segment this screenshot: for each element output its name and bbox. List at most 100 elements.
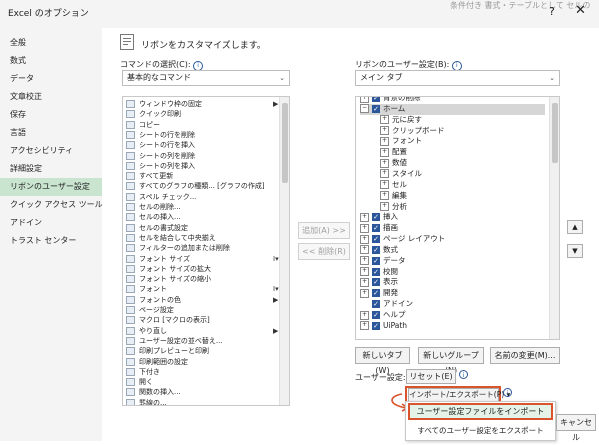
expand-icon[interactable]: +: [380, 169, 389, 179]
checkbox-checked-icon[interactable]: ✓: [372, 300, 380, 309]
expand-icon[interactable]: +: [360, 97, 369, 103]
sidebar-item[interactable]: トラスト センター: [0, 232, 102, 250]
checkbox-checked-icon[interactable]: ✓: [372, 97, 380, 102]
command-list-item[interactable]: 関数の挿入...: [123, 387, 181, 397]
ribbon-tree-item[interactable]: + ✓ 校閲: [360, 267, 398, 278]
expand-icon[interactable]: +: [360, 277, 369, 287]
command-category-dropdown[interactable]: 基本的なコマンド ⌄: [122, 70, 290, 86]
command-list-item[interactable]: フォント サイズ I▾: [123, 254, 279, 264]
checkbox-checked-icon[interactable]: ✓: [372, 213, 380, 222]
command-list-item[interactable]: 開く: [123, 377, 153, 387]
ribbon-tabs-dropdown[interactable]: メイン タブ ⌄: [355, 70, 560, 86]
expand-icon[interactable]: +: [380, 136, 389, 146]
expand-icon[interactable]: +: [360, 256, 369, 266]
ribbon-tree-item[interactable]: ✓ アドイン: [360, 299, 413, 310]
ribbon-tree-item[interactable]: + セル: [380, 180, 407, 191]
command-list-item[interactable]: 罫線の...: [123, 398, 167, 405]
checkbox-checked-icon[interactable]: ✓: [372, 235, 380, 244]
command-list-item[interactable]: フォント サイズの拡大: [123, 264, 211, 274]
expand-icon[interactable]: +: [380, 147, 389, 157]
expand-icon[interactable]: +: [380, 158, 389, 168]
command-list-item[interactable]: フィルターの追加または削除: [123, 243, 230, 253]
scrollbar-thumb[interactable]: [552, 103, 558, 163]
command-list-item[interactable]: シートの列を削除: [123, 151, 195, 161]
sidebar-item[interactable]: リボンのユーザー設定: [0, 178, 102, 196]
ribbon-tree-item[interactable]: + ✓ 表示: [360, 277, 398, 288]
command-list-item[interactable]: シートの列を挿入: [123, 161, 195, 171]
sidebar-item[interactable]: 言語: [0, 124, 102, 142]
command-list-item[interactable]: すべてのグラフの種類... [グラフの作成]: [123, 181, 265, 191]
sidebar-item[interactable]: 全般: [0, 34, 102, 52]
ribbon-tree-item[interactable]: + ✓ 挿入: [360, 212, 398, 223]
ribbon-tree[interactable]: + ✓ 背景の削除 − ✓ ホーム + 元に戻す + クリップボード + フォント + 配置 + 数値 + スタイ…: [355, 96, 560, 340]
export-settings-menu-item[interactable]: すべてのユーザー設定をエクスポート: [408, 424, 553, 438]
expand-icon[interactable]: +: [360, 321, 369, 331]
ribbon-tree-item[interactable]: + クリップボード: [380, 126, 445, 137]
ribbon-tree-item[interactable]: + 分析: [380, 202, 407, 213]
checkbox-checked-icon[interactable]: ✓: [372, 278, 380, 287]
remove-button[interactable]: << 削除(R): [298, 243, 350, 260]
cancel-button[interactable]: キャンセル: [556, 414, 596, 442]
ribbon-tree-item[interactable]: + 数値: [380, 158, 407, 169]
rename-button[interactable]: 名前の変更(M)...: [490, 347, 560, 364]
command-list-item[interactable]: シートの行を挿入: [123, 140, 195, 150]
ribbon-tree-item[interactable]: + ✓ ヘルプ: [360, 310, 406, 321]
add-button[interactable]: 追加(A) >>: [298, 222, 350, 239]
help-button[interactable]: ?: [549, 5, 555, 18]
command-list-item[interactable]: コピー: [123, 120, 160, 130]
ribbon-tree-item[interactable]: − ✓ ホーム: [360, 103, 545, 115]
checkbox-checked-icon[interactable]: ✓: [372, 104, 380, 113]
command-list-item[interactable]: フォント サイズの縮小: [123, 274, 211, 284]
expand-icon[interactable]: +: [360, 223, 369, 233]
ribbon-tree-item[interactable]: + ✓ 数式: [360, 245, 398, 256]
expand-icon[interactable]: +: [360, 212, 369, 222]
command-list-item[interactable]: 印刷プレビューと印刷: [123, 346, 209, 356]
command-list-item[interactable]: すべて更新: [123, 171, 173, 181]
ribbon-tree-item[interactable]: + 編集: [380, 191, 407, 202]
command-list-item[interactable]: 下付き: [123, 367, 160, 377]
expand-icon[interactable]: +: [380, 191, 389, 201]
sidebar-item[interactable]: データ: [0, 70, 102, 88]
expand-icon[interactable]: +: [360, 234, 369, 244]
expand-icon[interactable]: +: [360, 288, 369, 298]
expand-icon[interactable]: +: [380, 202, 389, 211]
sidebar-item[interactable]: アクセシビリティ: [0, 142, 102, 160]
expand-icon[interactable]: +: [380, 126, 389, 136]
sidebar-item[interactable]: クイック アクセス ツール バー: [0, 196, 121, 214]
checkbox-checked-icon[interactable]: ✓: [372, 224, 380, 233]
reset-dropdown[interactable]: リセット(E) ▾: [406, 369, 456, 394]
checkbox-checked-icon[interactable]: ✓: [372, 256, 380, 265]
command-list-item[interactable]: セルを結合して中央揃え: [123, 233, 216, 243]
command-list-item[interactable]: シートの行を削除: [123, 130, 195, 140]
command-list-item[interactable]: セルの挿入...: [123, 212, 181, 222]
move-down-button[interactable]: ▼: [567, 244, 583, 258]
ribbon-tree-item[interactable]: + スタイル: [380, 169, 422, 180]
close-button[interactable]: ✕: [575, 3, 586, 18]
command-list-item[interactable]: ページ設定: [123, 305, 174, 315]
command-list-scrollbar[interactable]: [279, 97, 289, 405]
ribbon-tree-item[interactable]: + ✓ 開発: [360, 288, 398, 299]
checkbox-checked-icon[interactable]: ✓: [372, 311, 380, 319]
sidebar-item[interactable]: 保存: [0, 106, 102, 124]
command-list-item[interactable]: 印刷範囲の設定: [123, 357, 188, 367]
command-list-item[interactable]: ウィンドウ枠の固定 ▶: [123, 99, 278, 109]
ribbon-tree-item[interactable]: + ✓ UiPath: [360, 321, 407, 332]
sidebar-item[interactable]: 詳細設定: [0, 160, 102, 178]
sidebar-item[interactable]: 文章校正: [0, 88, 102, 106]
sidebar-item[interactable]: 数式: [0, 52, 102, 70]
ribbon-tree-item[interactable]: + 元に戻す: [380, 115, 422, 126]
ribbon-tree-scrollbar[interactable]: [549, 97, 559, 339]
command-list[interactable]: ウィンドウ枠の固定 ▶ クイック印刷 コピー シートの行を削除 シートの行を挿入 シートの列…: [122, 96, 290, 406]
command-list-item[interactable]: やり直し ▶: [123, 326, 278, 336]
checkbox-checked-icon[interactable]: ✓: [372, 267, 380, 276]
expand-icon[interactable]: +: [360, 310, 369, 320]
expand-icon[interactable]: +: [360, 245, 369, 255]
checkbox-checked-icon[interactable]: ✓: [372, 321, 380, 330]
move-up-button[interactable]: ▲: [567, 220, 583, 234]
command-list-item[interactable]: フォントの色 ▶: [123, 295, 278, 305]
import-settings-menu-item[interactable]: ユーザー設定ファイルをインポート: [408, 403, 553, 420]
ribbon-tree-item[interactable]: + ✓ ページ レイアウト: [360, 234, 445, 245]
new-group-button[interactable]: 新しいグループ(N): [418, 347, 484, 375]
import-export-dropdown[interactable]: インポート/エクスポート(P) ▾: [408, 388, 510, 402]
ribbon-tree-item[interactable]: + ✓ 描画: [360, 223, 398, 234]
